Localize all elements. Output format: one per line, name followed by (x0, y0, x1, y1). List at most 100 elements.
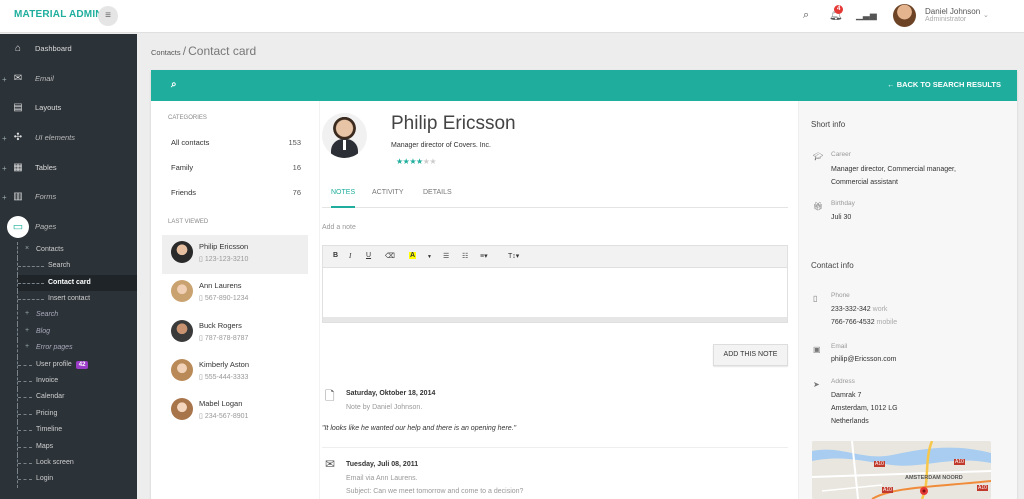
sidebar-item-pages[interactable]: ▭ Pages (0, 212, 137, 242)
contact-phone: ▯ 555-444-3333 (199, 373, 248, 381)
expand-icon: + (2, 163, 7, 173)
bullet-list-icon[interactable]: ☰ (443, 252, 449, 260)
phone-work[interactable]: 233-332-342 work (831, 306, 887, 313)
email-label: Email (831, 343, 848, 350)
sidebar-item-label: Contact card (48, 278, 91, 286)
avatar (171, 280, 193, 302)
sidebar-item-layouts[interactable]: ▤ Layouts (0, 93, 137, 123)
sidebar-subitem-error-pages[interactable]: + Error pages (17, 340, 137, 357)
sidebar-subitem-insert-contact[interactable]: Insert contact (17, 290, 137, 308)
breadcrumb: Contacts / Contact card (151, 44, 256, 58)
collapse-icon: × (25, 244, 30, 252)
avatar[interactable] (893, 4, 916, 27)
tab-details[interactable]: DETAILS (423, 189, 452, 208)
search-icon[interactable]: ⌕ (803, 10, 809, 21)
text-height-icon[interactable]: T↕▾ (508, 252, 519, 260)
brand-logo[interactable]: MATERIAL ADMIN (14, 9, 103, 20)
editor-resize-bar[interactable] (323, 317, 787, 322)
tree-line (18, 298, 44, 300)
text-color-icon[interactable]: A (409, 252, 417, 259)
category-friends[interactable]: Friends 76 (171, 188, 301, 197)
sidebar-item-dashboard[interactable]: ⌂ Dashboard (0, 34, 137, 64)
mail-icon: ✉ (13, 72, 23, 84)
tree-line (18, 364, 32, 366)
breadcrumb-parent[interactable]: Contacts (151, 48, 181, 57)
rating-stars[interactable]: ★★★★★★ (396, 157, 437, 166)
phone-number: 123-123-3210 (204, 256, 249, 263)
sidebar-subitem-search-pages[interactable]: + Search (17, 307, 137, 324)
sidebar-item-email[interactable]: + ✉ Email (0, 64, 137, 94)
sidebar-item-label: Search (48, 262, 71, 270)
sidebar-subitem-contact-card[interactable]: Contact card (17, 274, 137, 291)
add-note-label[interactable]: Add a note (322, 224, 356, 231)
chart-icon[interactable]: ▁▃▅ (856, 10, 877, 21)
sidebar-item-tables[interactable]: + ▦ Tables (0, 153, 137, 183)
contact-phone: ▯ 123-123-3210 (199, 255, 248, 263)
sidebar-subitem-search[interactable]: Search (17, 258, 137, 275)
sidebar-subitem-lock-screen[interactable]: Lock screen (17, 454, 137, 472)
eraser-icon[interactable]: ⌫ (385, 252, 395, 260)
sidebar-item-forms[interactable]: + ▥ Forms (0, 182, 137, 212)
user-name[interactable]: Daniel Johnson (925, 7, 980, 16)
expand-icon: + (2, 193, 7, 203)
contact-name: Kimberly Aston (199, 360, 250, 369)
category-label: Family (171, 163, 194, 172)
sidebar-subitem-timeline[interactable]: Timeline (17, 422, 137, 439)
search-icon[interactable]: ⌕ (171, 79, 177, 90)
chevron-down-icon[interactable]: ⌄ (983, 11, 989, 19)
chevron-down-icon[interactable]: ▼ (427, 254, 432, 260)
numbered-list-icon[interactable]: ☷ (462, 252, 468, 260)
career-label: Career (831, 151, 851, 158)
sidebar-subitem-user-profile[interactable]: User profile 42 (17, 356, 137, 373)
sidebar-item-label: Tables (35, 162, 57, 172)
phone-number: 766-766-4532 (831, 319, 875, 326)
sidebar-subitem-calendar[interactable]: Calendar (17, 389, 137, 406)
sidebar-item-ui-elements[interactable]: + ✣ UI elements (0, 123, 137, 153)
sidebar-subitem-contacts[interactable]: × Contacts (17, 241, 137, 259)
user-profile-label: User profile (36, 360, 72, 368)
map-label: A10 (882, 487, 893, 493)
align-icon[interactable]: ≡▾ (480, 252, 488, 260)
category-family[interactable]: Family 16 (171, 163, 301, 172)
tree-line (18, 380, 32, 382)
sidebar-item-label: Search (36, 311, 59, 319)
category-label: Friends (171, 188, 197, 197)
tree-line (18, 462, 32, 464)
list-item[interactable]: Ann Laurens ▯ 567-890-1234 (162, 274, 308, 313)
email-value[interactable]: philip@Ericsson.com (831, 356, 896, 363)
underline-icon[interactable]: U (366, 252, 371, 259)
sidebar-item-label: Dashboard (35, 44, 72, 53)
timeline-author: Note by Daniel Johnson. (346, 404, 423, 411)
sidebar-item-label: Login (36, 475, 54, 483)
expand-icon: + (2, 134, 7, 144)
add-this-note-button[interactable]: ADD THIS NOTE (713, 344, 788, 366)
tab-notes[interactable]: NOTES (331, 189, 356, 208)
list-item[interactable]: Philip Ericsson ▯ 123-123-3210 (162, 235, 308, 274)
bold-icon[interactable]: B (333, 252, 338, 259)
category-all-contacts[interactable]: All contacts 153 (171, 138, 301, 147)
phone-type: work (872, 306, 888, 313)
list-item[interactable]: Kimberly Aston ▯ 555-444-3333 (162, 353, 308, 392)
list-item[interactable]: Buck Rogers ▯ 787-878-8787 (162, 314, 308, 353)
sidebar-subitem-blog[interactable]: + Blog (17, 323, 137, 341)
italic-icon[interactable]: I (349, 252, 351, 260)
sidebar-subitem-invoice[interactable]: Invoice (17, 372, 137, 390)
location-map[interactable]: A10 A10 AMSTERDAM NOORD A10 A10 (812, 441, 991, 499)
phone-label: Phone (831, 292, 850, 299)
list-item[interactable]: Mabel Logan ▯ 234-567-8901 (162, 392, 308, 431)
contact-phone: ▯ 787-878-8787 (199, 334, 248, 342)
tab-activity[interactable]: ACTIVITY (372, 189, 404, 208)
contact-card: ⌕ ← BACK TO SEARCH RESULTS CATEGORIES Al… (151, 70, 1017, 499)
note-editor[interactable]: B I U ⌫ A ▼ ☰ ☷ ≡▾ T↕▾ (322, 245, 788, 323)
sidebar-subitem-maps[interactable]: Maps (17, 438, 137, 455)
sidebar-subitem-pricing[interactable]: Pricing (17, 405, 137, 423)
sidebar-item-label: Error pages (36, 344, 73, 352)
category-count: 153 (288, 138, 301, 147)
back-to-search-button[interactable]: ← BACK TO SEARCH RESULTS (887, 80, 1001, 89)
contact-name: Mabel Logan (199, 399, 243, 408)
sidebar-subitem-login[interactable]: Login (17, 471, 137, 488)
expand-icon: + (25, 326, 30, 334)
phone-mobile[interactable]: 766-766-4532 mobile (831, 319, 897, 326)
phone-number: 555-444-3333 (204, 374, 249, 381)
hamburger-icon[interactable]: ≡ (98, 6, 118, 26)
